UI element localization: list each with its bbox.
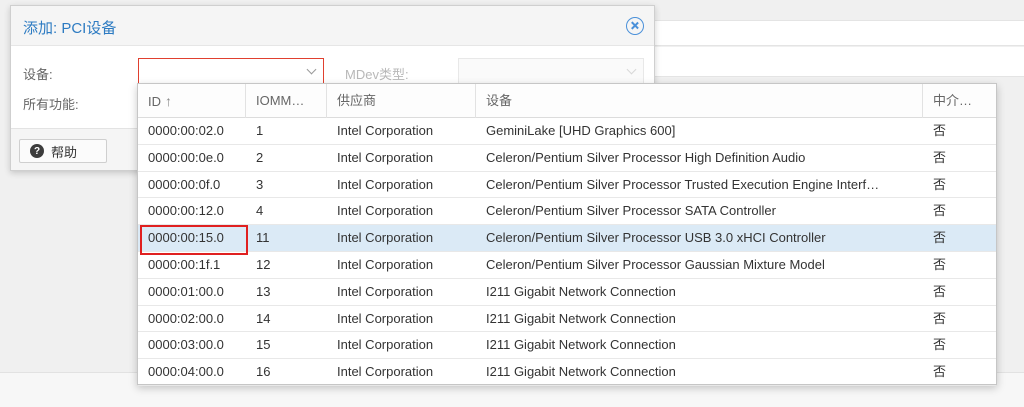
chevron-down-icon[interactable]: [626, 64, 637, 75]
table-row[interactable]: 0000:00:0f.0 3 Intel Corporation Celeron…: [138, 172, 996, 199]
cell-vendor: Intel Corporation: [337, 310, 434, 326]
help-button-label: 帮助: [51, 144, 78, 160]
table-row[interactable]: 0000:04:00.0 16 Intel Corporation I211 G…: [138, 359, 996, 386]
cell-device: I211 Gigabit Network Connection: [486, 310, 676, 326]
cell-id: 0000:03:00.0: [148, 337, 224, 353]
cell-iommu: 4: [256, 203, 264, 219]
mdev-type-label: MDev类型:: [345, 67, 409, 82]
column-header-label: ID: [148, 94, 161, 109]
cell-iommu: 15: [256, 337, 271, 353]
cell-mediated: 否: [933, 203, 947, 219]
table-row[interactable]: 0000:00:1f.1 12 Intel Corporation Celero…: [138, 252, 996, 279]
cell-device: Celeron/Pentium Silver Processor High De…: [486, 149, 806, 165]
cell-mediated: 否: [933, 310, 947, 326]
cell-mediated: 否: [933, 176, 947, 192]
table-row[interactable]: 0000:01:00.0 13 Intel Corporation I211 G…: [138, 279, 996, 306]
cell-mediated: 否: [933, 337, 947, 353]
cell-device: I211 Gigabit Network Connection: [486, 337, 676, 353]
help-button[interactable]: ? 帮助: [19, 139, 107, 163]
chevron-down-icon[interactable]: [306, 64, 317, 75]
cell-vendor: Intel Corporation: [337, 230, 434, 246]
cell-mediated: 否: [933, 230, 947, 246]
cell-vendor: Intel Corporation: [337, 256, 434, 272]
cell-device: GeminiLake [UHD Graphics 600]: [486, 123, 676, 138]
cell-vendor: Intel Corporation: [337, 337, 434, 353]
column-header-iommu[interactable]: IOMM…: [246, 84, 327, 118]
mdev-type-combobox[interactable]: [458, 58, 644, 84]
table-row[interactable]: 0000:02:00.0 14 Intel Corporation I211 G…: [138, 306, 996, 333]
cell-id: 0000:00:12.0: [148, 203, 224, 219]
cell-id: 0000:04:00.0: [148, 364, 224, 380]
cell-iommu: 1: [256, 123, 264, 138]
cell-mediated: 否: [933, 256, 947, 272]
cell-iommu: 14: [256, 310, 271, 326]
cell-device: Celeron/Pentium Silver Processor Gaussia…: [486, 256, 825, 272]
column-header-vendor[interactable]: 供应商: [327, 84, 476, 118]
cell-id: 0000:01:00.0: [148, 283, 224, 299]
cell-vendor: Intel Corporation: [337, 364, 434, 380]
cell-iommu: 16: [256, 364, 271, 380]
cell-vendor: Intel Corporation: [337, 149, 434, 165]
cell-iommu: 13: [256, 283, 271, 299]
cell-iommu: 12: [256, 256, 271, 272]
cell-iommu: 11: [256, 230, 270, 246]
device-combobox[interactable]: [138, 58, 324, 84]
close-icon[interactable]: [626, 17, 644, 35]
cell-device: Celeron/Pentium Silver Processor SATA Co…: [486, 203, 776, 219]
table-row[interactable]: 0000:03:00.0 15 Intel Corporation I211 G…: [138, 332, 996, 360]
cell-id: 0000:00:1f.1: [148, 256, 221, 272]
cell-device: I211 Gigabit Network Connection: [486, 283, 676, 299]
dialog-title: 添加: PCI设备: [23, 20, 117, 37]
table-row[interactable]: 0000:00:02.0 1 Intel Corporation GeminiL…: [138, 118, 996, 145]
all-functions-label: 所有功能:: [23, 97, 79, 112]
cell-vendor: Intel Corporation: [337, 283, 434, 299]
cell-vendor: Intel Corporation: [337, 203, 434, 219]
column-header-label: 设备: [486, 93, 513, 108]
table-row-selected[interactable]: 0000:00:15.0 11 Intel Corporation Celero…: [138, 225, 996, 252]
table-row[interactable]: 0000:00:0e.0 2 Intel Corporation Celeron…: [138, 145, 996, 172]
column-header-label: IOMM…: [256, 93, 305, 108]
question-circle-icon: ?: [30, 144, 44, 158]
cell-id: 0000:02:00.0: [148, 310, 224, 326]
cell-device: I211 Gigabit Network Connection: [486, 364, 676, 380]
grid-header: ID ↑ IOMM… 供应商 设备 中介…: [138, 84, 996, 118]
sort-ascending-icon: ↑: [165, 93, 172, 109]
cell-device: Celeron/Pentium Silver Processor Trusted…: [486, 176, 880, 192]
column-header-mediated[interactable]: 中介…: [923, 84, 996, 118]
cell-id: 0000:00:15.0: [148, 230, 224, 246]
cell-iommu: 2: [256, 149, 264, 165]
cell-iommu: 3: [256, 176, 264, 192]
cell-mediated: 否: [933, 149, 947, 165]
table-row[interactable]: 0000:00:12.0 4 Intel Corporation Celeron…: [138, 198, 996, 226]
cell-mediated: 否: [933, 364, 947, 380]
column-header-device[interactable]: 设备: [476, 84, 923, 118]
cell-mediated: 否: [933, 283, 947, 299]
background-panel-row: [650, 47, 1024, 77]
cell-id: 0000:00:02.0: [148, 123, 224, 138]
cell-device: Celeron/Pentium Silver Processor USB 3.0…: [486, 230, 826, 246]
background-panel-row: [650, 20, 1024, 46]
cell-id: 0000:00:0e.0: [148, 149, 224, 165]
column-header-label: 供应商: [337, 93, 377, 108]
cell-vendor: Intel Corporation: [337, 176, 434, 192]
cell-mediated: 否: [933, 123, 947, 138]
column-header-id[interactable]: ID ↑: [138, 84, 246, 118]
cell-id: 0000:00:0f.0: [148, 176, 221, 192]
cell-vendor: Intel Corporation: [337, 123, 434, 138]
device-label: 设备:: [23, 67, 53, 82]
pci-device-picker-grid: ID ↑ IOMM… 供应商 设备 中介… 0000:00:02.0 1 Inte…: [137, 83, 997, 386]
column-header-label: 中介…: [933, 93, 973, 108]
dialog-header: 添加: PCI设备: [11, 6, 654, 46]
